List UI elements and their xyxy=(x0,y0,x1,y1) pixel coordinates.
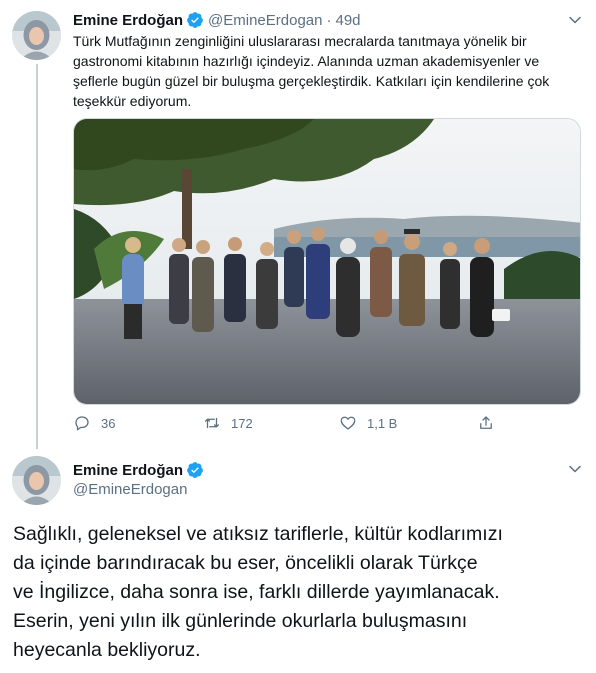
author-name[interactable]: Emine Erdoğan xyxy=(73,12,183,29)
tweet-header: Emine Erdoğan @EmineErdogan · 49d xyxy=(73,11,361,29)
tweet-text-line: teşekkür ediyorum. xyxy=(73,93,192,109)
tweet-text-line: Eserin, yeni yılın ilk günlerinde okurla… xyxy=(13,610,468,632)
tweet-text-line: da içinde barındıracak bu eser, öncelikl… xyxy=(13,552,478,574)
verified-badge-icon xyxy=(187,12,203,28)
share-icon xyxy=(480,416,492,429)
separator-dot: · xyxy=(326,11,332,29)
author-handle[interactable]: @EmineErdogan xyxy=(73,481,187,498)
tweet-text-line: ve İngilizce, daha sonra ise, farklı dil… xyxy=(13,581,500,603)
author-handle[interactable]: @EmineErdogan xyxy=(208,12,322,29)
retweet-icon xyxy=(204,417,220,429)
avatar[interactable] xyxy=(12,11,61,60)
chevron-down-icon[interactable] xyxy=(565,459,585,479)
tweet-text-line: Türk Mutfağının zenginliğini uluslararas… xyxy=(73,33,527,49)
heart-icon xyxy=(340,416,356,430)
like-button[interactable]: 1,1 B xyxy=(339,414,397,432)
reply-icon xyxy=(75,416,89,431)
reply-button[interactable]: 36 xyxy=(73,414,115,432)
tweet-1[interactable]: Emine Erdoğan @EmineErdogan · 49d Türk M… xyxy=(0,0,596,449)
tweet-header: Emine Erdoğan xyxy=(73,461,204,479)
tweet-timestamp[interactable]: 49d xyxy=(336,12,361,29)
author-name[interactable]: Emine Erdoğan xyxy=(73,462,183,479)
avatar-image xyxy=(12,11,61,60)
avatar-image xyxy=(12,456,61,505)
tweet-text-line: heyecanla bekliyoruz. xyxy=(13,639,201,661)
tweet-text: Türk Mutfağının zenginliğini uluslararas… xyxy=(73,31,585,111)
tweet-text: Sağlıklı, geleneksel ve atıksız tarifler… xyxy=(13,520,591,665)
verified-badge-icon xyxy=(187,462,203,478)
tweet-text-line: Sağlıklı, geleneksel ve atıksız tarifler… xyxy=(13,523,503,545)
tweet-text-line: gastronomi kitabının hazırlığı içindeyiz… xyxy=(73,53,540,69)
avatar[interactable] xyxy=(12,456,61,505)
reply-count: 36 xyxy=(101,415,116,431)
tweet-2[interactable]: Emine Erdoğan @EmineErdogan Sağlıklı, ge… xyxy=(0,445,596,673)
retweet-count: 172 xyxy=(231,415,253,431)
thread-line xyxy=(36,64,38,449)
tweet-text-line: şeflerle bugün güzel bir buluşma gerçekl… xyxy=(73,73,550,89)
tweet-photo[interactable] xyxy=(73,118,581,405)
retweet-button[interactable]: 172 xyxy=(203,414,253,432)
share-button[interactable] xyxy=(477,414,505,432)
group-photo-image xyxy=(74,119,580,404)
chevron-down-icon[interactable] xyxy=(565,10,585,30)
tweet-actions: 36 172 1,1 B xyxy=(73,414,513,436)
like-count: 1,1 B xyxy=(367,415,398,431)
